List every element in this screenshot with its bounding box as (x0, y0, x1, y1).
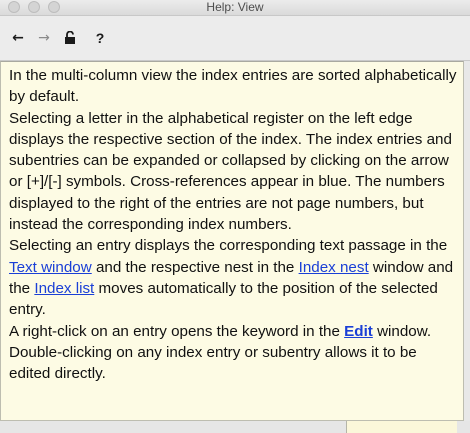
back-arrow-icon[interactable]: ← (10, 26, 26, 50)
help-text: A right-click on an entry opens the keyw… (9, 322, 345, 340)
help-text: window. (372, 322, 432, 340)
edit-link[interactable]: Edit (344, 323, 373, 340)
help-text: Selecting an entry displays the correspo… (9, 237, 448, 255)
forward-arrow-icon[interactable]: → (36, 26, 52, 50)
help-content: In the multi-column view the index entri… (0, 61, 464, 421)
help-paragraph-register: Selecting a letter in the alphabetical r… (9, 109, 452, 234)
toolbar: ← → ? (0, 16, 470, 61)
help-paragraph-right-click: A right-click on an entry opens the keyw… (9, 321, 457, 342)
window-title: Help: View (206, 0, 264, 14)
unlock-glyph (65, 30, 75, 44)
index-nest-link[interactable]: Index nest (299, 259, 369, 276)
title-bar: Help: View (0, 0, 470, 16)
help-paragraph-sorting: In the multi-column view the index entri… (9, 67, 457, 106)
window-edge (464, 61, 470, 433)
index-list-link[interactable]: Index list (34, 280, 94, 297)
help-paragraph-double-click: Double-clicking on any index entry or su… (9, 343, 417, 383)
help-text: and the respective nest in the (91, 258, 299, 276)
help-paragraph-selection: Selecting an entry displays the correspo… (9, 235, 457, 320)
unlock-icon[interactable] (62, 26, 78, 50)
help-question-icon[interactable]: ? (92, 26, 108, 50)
help-window: Help: View ← → ? In the multi-column vie… (0, 0, 470, 433)
text-window-link[interactable]: Text window (9, 259, 92, 276)
